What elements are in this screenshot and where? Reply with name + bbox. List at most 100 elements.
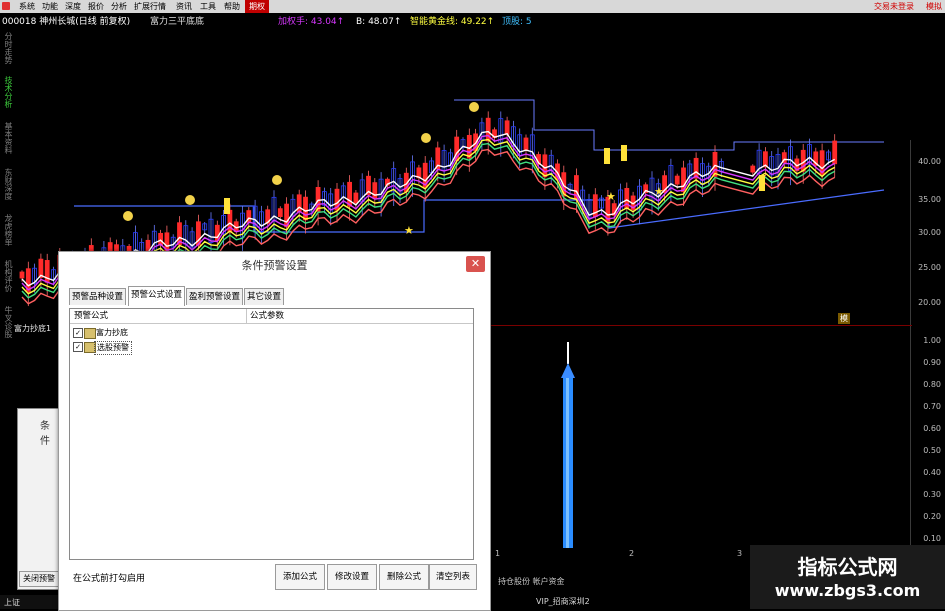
candle-body (353, 192, 359, 204)
behind-dialog: 条件 (17, 408, 60, 590)
column-formula[interactable]: 预警公式 (74, 309, 108, 323)
price-tick: 40.00 (918, 157, 941, 166)
tab-other-settings[interactable]: 其它设置 (244, 288, 285, 305)
behind-dialog-title: 条件 (40, 421, 50, 447)
indicator-tick: 0.20 (923, 512, 941, 521)
index-strip: 上证 (0, 595, 58, 609)
tab-technical[interactable]: 技术分析 (1, 76, 13, 108)
tab-formula-settings[interactable]: 预警公式设置 (128, 286, 186, 306)
smiley-icon (272, 175, 282, 185)
indicator-tick: 0.40 (923, 468, 941, 477)
star-icon: ★ (606, 190, 616, 203)
trade-login-link[interactable]: 交易未登录 (874, 0, 914, 13)
param-gold-line: 智能黄金线: 49.22↑ (410, 17, 495, 27)
indicator-tick: 0.70 (923, 402, 941, 411)
smiley-icon (185, 195, 195, 205)
star-icon: ★ (404, 224, 414, 237)
candle-body (542, 154, 548, 178)
watermark: 指标公式网 www.zbgs3.com (750, 545, 945, 609)
x-tick: 3 (737, 549, 743, 558)
indicator-tick: 0.60 (923, 424, 941, 433)
list-header: 预警公式 公式参数 (70, 309, 473, 324)
tab-depth[interactable]: 东财深度 (1, 168, 13, 200)
tab-profit-settings[interactable]: 盈利预警设置 (186, 288, 244, 305)
smiley-icon (469, 102, 479, 112)
indicator-tick: 0.10 (923, 534, 941, 543)
indicator-marker: 模 (838, 313, 850, 324)
price-tick: 30.00 (918, 228, 941, 237)
candle-body (158, 232, 164, 246)
smiley-icon (123, 211, 133, 221)
formula-name: 选股预警 (94, 341, 132, 355)
indicator-tick: 0.50 (923, 446, 941, 455)
price-tick: 20.00 (918, 298, 941, 307)
close-icon[interactable]: ✕ (466, 256, 485, 272)
menu-depth[interactable]: 深度 (65, 0, 81, 13)
candle-body (19, 271, 25, 279)
candle-body (504, 120, 510, 135)
add-formula-button[interactable]: 添加公式 (275, 564, 325, 590)
checkbox-checked-icon[interactable]: ✓ (73, 342, 83, 352)
tab-time-share[interactable]: 分时走势 (1, 32, 13, 64)
indicator-bar-highlight (566, 378, 569, 548)
candle-body (277, 208, 283, 217)
menu-options[interactable]: 期权 (245, 0, 269, 13)
indicator-name: 富力抄底1 (14, 324, 52, 333)
dialog-title: 条件预警设置 (241, 259, 308, 272)
menu-tools[interactable]: 工具 (200, 0, 216, 13)
edit-settings-button[interactable]: 修改设置 (327, 564, 377, 590)
stock-title: 000018 神州长城(日线 前复权) (2, 17, 131, 27)
param-weighted: 加权手: 43.04↑ (278, 17, 345, 27)
formula-name: 富力抄底 (96, 328, 128, 337)
chart-title-bar: 000018 神州长城(日线 前复权) 富力三平底底 加权手: 43.04↑ B… (0, 14, 945, 30)
menu-system[interactable]: 系统 (19, 0, 35, 13)
tab-fundamentals[interactable]: 基本资料 (1, 122, 13, 154)
menu-analysis[interactable]: 分析 (111, 0, 127, 13)
column-params[interactable]: 公式参数 (250, 309, 284, 323)
alert-settings-dialog: 条件预警设置 ✕ 预警品种设置 预警公式设置 盈利预警设置 其它设置 预警公式 … (58, 251, 491, 611)
app-logo-icon (2, 2, 10, 10)
positions-tab[interactable]: 持仓股份 帐户资金 (498, 576, 565, 588)
smiley-icon (421, 133, 431, 143)
star-icon: ★ (654, 185, 664, 198)
price-tick: 25.00 (918, 263, 941, 272)
close-alert-button[interactable]: 关闭预警 (19, 571, 59, 587)
candle-body (674, 175, 680, 185)
tab-diagnosis[interactable]: 牛叉诊股 (1, 306, 13, 338)
simulation-link[interactable]: 模拟 (926, 0, 942, 13)
indicator-tick: 1.00 (923, 336, 941, 345)
yellow-signal-bar (621, 145, 627, 161)
indicator-panel (561, 342, 575, 548)
tab-variety-settings[interactable]: 预警品种设置 (69, 288, 127, 305)
menu-extended-market[interactable]: 扩展行情 (134, 0, 166, 13)
price-tick: 35.00 (918, 195, 941, 204)
indicator-arrowhead (561, 363, 575, 378)
indicator-title: 富力三平底底 (150, 17, 205, 27)
index-label: 上证 (4, 598, 20, 607)
price-axis: 40.00 35.00 30.00 25.00 20.00 1.00 0.90 … (910, 140, 945, 580)
formula-icon (84, 328, 96, 339)
account-tabs: 持仓股份 帐户资金 (490, 576, 750, 588)
formula-list[interactable]: 预警公式 公式参数 ✓ 富力抄底 ✓ 选股预警 (69, 308, 474, 560)
menu-news[interactable]: 资讯 (176, 0, 192, 13)
candle-body (750, 165, 756, 173)
tab-dragon-tiger[interactable]: 龙虎榜单 (1, 214, 13, 246)
yellow-signal-bar (759, 175, 765, 191)
menu-help[interactable]: 帮助 (224, 0, 240, 13)
tab-institution[interactable]: 机构评价 (1, 260, 13, 292)
delete-formula-button[interactable]: 删除公式 (379, 564, 429, 590)
menu-function[interactable]: 功能 (42, 0, 58, 13)
vip-label: VIP_招商深圳2 (536, 597, 590, 606)
x-tick: 2 (629, 549, 635, 558)
watermark-url: www.zbgs3.com (774, 581, 921, 600)
vip-bar: VIP_招商深圳2 (490, 595, 750, 609)
clear-list-button[interactable]: 清空列表 (429, 564, 477, 590)
resistance-line (454, 99, 884, 151)
menu-bar: 系统 功能 深度 报价 分析 扩展行情 资讯 工具 帮助 期权 交易未登录 模拟 (0, 0, 945, 13)
checkbox-checked-icon[interactable]: ✓ (73, 328, 83, 338)
left-sidebar: 分时走势 技术分析 基本资料 东财深度 龙虎榜单 机构评价 牛叉诊股 (0, 30, 14, 360)
candle-body (303, 196, 308, 221)
candle-body (347, 181, 353, 207)
menu-quote[interactable]: 报价 (88, 0, 104, 13)
enable-hint: 在公式前打勾启用 (73, 574, 146, 584)
